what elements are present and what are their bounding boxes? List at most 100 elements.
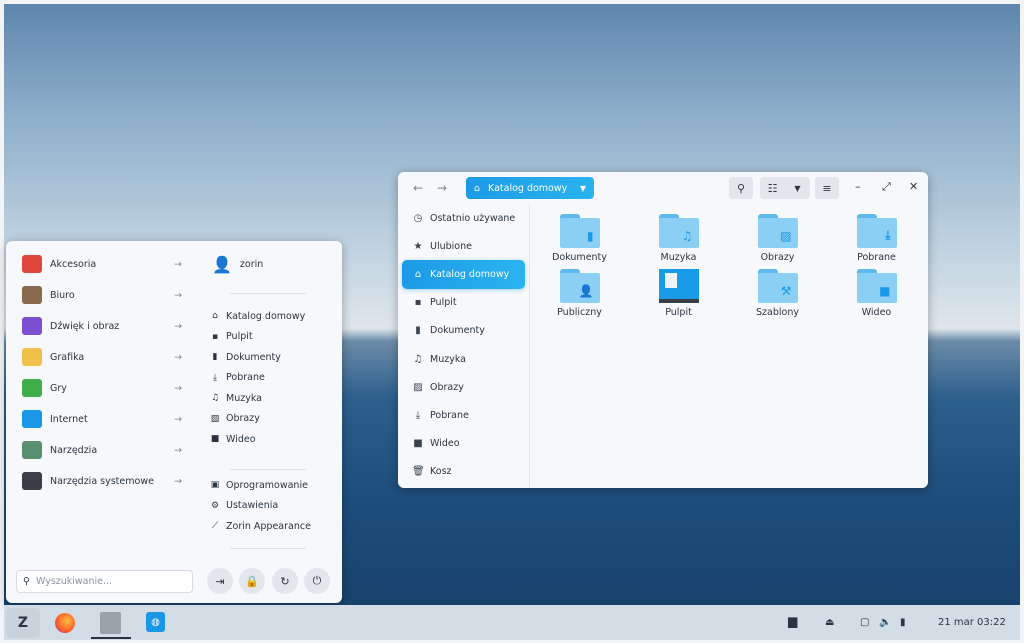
folder-icon: ▨ (757, 214, 798, 248)
maximize-button[interactable]: ⤢ (882, 180, 891, 194)
place-item[interactable]: ♫ Muzyka (210, 389, 262, 407)
category-icon (22, 255, 42, 273)
desktop-folder-icon (658, 269, 699, 303)
active-indicator (91, 637, 131, 639)
category-item[interactable]: Akcesoria → (22, 252, 182, 276)
system-icon: ⚙ (210, 500, 220, 511)
arrow-right-icon: → (174, 320, 182, 332)
sidebar-item-8[interactable]: ■ Wideo (402, 430, 525, 458)
clock-time[interactable]: 03:22 (977, 617, 1006, 628)
place-icon: ▮ (212, 352, 218, 362)
logout-button[interactable]: ⇥ (207, 568, 233, 594)
category-icon (22, 286, 42, 304)
sidebar-item-6[interactable]: ▨ Obrazy (402, 373, 525, 401)
arrow-right-icon: → (174, 444, 182, 456)
arrow-right-icon: → (174, 382, 182, 394)
home-icon: ⌂ (474, 182, 481, 194)
user-account[interactable]: 👤 zorin (212, 254, 263, 274)
folder-icon: ⚒ (757, 269, 798, 303)
sidebar-item-4[interactable]: ▮ Dokumenty (402, 317, 525, 345)
sidebar-item-1[interactable]: ★ Ulubione (402, 232, 525, 260)
download-icon: ⤓ (415, 409, 421, 421)
chevron-down-icon[interactable]: ▼ (785, 184, 810, 193)
document-icon: ▮ (415, 325, 421, 337)
category-item[interactable]: Gry → (22, 376, 182, 400)
system-item[interactable]: ⟋ Zorin Appearance (210, 517, 311, 535)
category-item[interactable]: Narzędzia → (22, 438, 182, 462)
search-input[interactable]: ⚲ Wyszukiwanie... (16, 570, 193, 593)
battery-icon[interactable]: ▮ (900, 617, 906, 628)
forward-button[interactable]: → (430, 181, 454, 195)
place-item[interactable]: ■ Wideo (210, 430, 256, 448)
file-item[interactable]: ▮ Dokumenty (530, 214, 629, 263)
location-button[interactable]: ⌂ Katalog domowy ▼ (466, 177, 594, 199)
menu-button[interactable]: ≡ (815, 177, 839, 199)
category-item[interactable]: Biuro → (22, 283, 182, 307)
category-icon (22, 379, 42, 397)
file-item[interactable]: ■ Wideo (827, 269, 926, 318)
place-item[interactable]: ▪ Pulpit (210, 328, 253, 346)
back-button[interactable]: ← (406, 181, 430, 195)
search-button[interactable]: ⚲ (729, 177, 753, 199)
file-item[interactable]: ⚒ Szablony (728, 269, 827, 318)
category-icon (22, 441, 42, 459)
firefox-icon[interactable] (55, 613, 75, 633)
clock-icon: ◷ (413, 212, 423, 224)
zorin-menu-button[interactable]: Z (6, 608, 40, 638)
restart-button[interactable]: ↻ (272, 568, 298, 594)
view-toggle-button[interactable]: ☷ ▼ (760, 177, 810, 199)
workspaces-icon[interactable]: ▆ (788, 614, 797, 628)
file-item[interactable]: Pulpit (629, 269, 728, 318)
volume-icon[interactable]: 🔈 (879, 617, 891, 628)
folder-icon: ▮ (559, 214, 600, 248)
close-button[interactable]: ✕ (909, 180, 918, 193)
image-icon: ▨ (413, 381, 423, 393)
arrow-right-icon: → (174, 351, 182, 363)
header-bar: ← → ⌂ Katalog domowy ▼ ⚲ ☷ ▼ ≡ – ⤢ ✕ (398, 172, 928, 204)
category-item[interactable]: Grafika → (22, 345, 182, 369)
files-icon[interactable] (100, 612, 121, 634)
eject-icon[interactable]: ⏏ (825, 617, 834, 628)
file-item[interactable]: 👤 Publiczny (530, 269, 629, 318)
arrow-right-icon: → (174, 258, 182, 270)
category-icon (22, 317, 42, 335)
category-item[interactable]: Internet → (22, 407, 182, 431)
place-item[interactable]: ▮ Dokumenty (210, 348, 281, 366)
home-icon: ⌂ (414, 268, 422, 280)
sidebar-item-5[interactable]: ♫ Muzyka (402, 345, 525, 373)
system-item[interactable]: ⚙ Ustawienia (210, 497, 278, 515)
file-item[interactable]: ▨ Obrazy (728, 214, 827, 263)
sidebar-item-9[interactable]: 🗑 Kosz (402, 458, 525, 486)
folder-icon: ♫ (658, 214, 699, 248)
file-item[interactable]: ⤓ Pobrane (827, 214, 926, 263)
category-icon (22, 410, 42, 428)
minimize-button[interactable]: – (855, 180, 861, 193)
file-manager-window: ← → ⌂ Katalog domowy ▼ ⚲ ☷ ▼ ≡ – ⤢ ✕ ◷ Ostat… (398, 172, 928, 488)
sidebar-item-2[interactable]: ⌂ Katalog domowy (402, 260, 525, 289)
power-button[interactable]: ⏻ (304, 568, 330, 594)
place-item[interactable]: ⤓ Pobrane (210, 369, 265, 387)
place-icon: ▨ (210, 413, 220, 424)
system-icon: ⟋ (211, 521, 219, 531)
category-item[interactable]: Dźwięk i obraz → (22, 314, 182, 338)
sidebar-item-3[interactable]: ▪ Pulpit (402, 289, 525, 317)
system-icon: ▣ (210, 480, 220, 490)
place-item[interactable]: ⌂ Katalog domowy (210, 307, 305, 325)
file-grid: ▮ Dokumenty ♫ Muzyka ▨ Obrazy ⤓ Pobrane 👤 Publicz… (530, 204, 928, 318)
sidebar-item-7[interactable]: ⤓ Pobrane (402, 401, 525, 429)
clock-date[interactable]: 21 mar (938, 617, 974, 628)
place-item[interactable]: ▨ Obrazy (210, 410, 260, 428)
music-icon: ♫ (413, 353, 423, 365)
user-icon: 👤 (212, 254, 232, 274)
place-icon: ⌂ (212, 311, 218, 321)
display-icon[interactable]: ▢ (860, 617, 869, 628)
file-item[interactable]: ♫ Muzyka (629, 214, 728, 263)
software-store-icon[interactable]: ◍ (146, 612, 165, 632)
search-icon: ⚲ (23, 576, 30, 587)
place-icon: ▪ (211, 331, 219, 342)
sidebar-item-0[interactable]: ◷ Ostatnio używane (402, 204, 525, 232)
system-item[interactable]: ▣ Oprogramowanie (210, 476, 308, 494)
star-icon: ★ (413, 240, 423, 252)
lock-button[interactable]: 🔒 (239, 568, 265, 594)
category-item[interactable]: Narzędzia systemowe → (22, 469, 182, 493)
